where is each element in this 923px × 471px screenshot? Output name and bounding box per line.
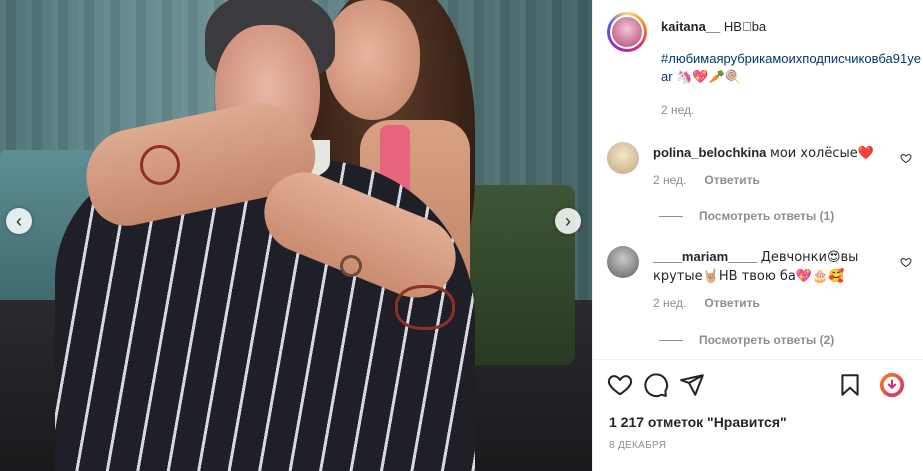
author-avatar-image [610,15,644,49]
comment-time[interactable]: 2 нед. [653,294,686,312]
comment-meta: 2 нед. Ответить [653,171,893,189]
caption-text: НВ ba [723,19,767,34]
commenter-username[interactable]: polina_belochkina [653,145,766,160]
comment: ____mariam____ Девчонки😍вы крутые🤘🏼НВ тв… [607,246,912,312]
comment: polina_belochkina мои холёсые❤️ 2 нед. О… [607,142,912,189]
comment-text: мои холёсые❤️ [770,146,874,161]
likes-count[interactable]: 1 217 отметок "Нравится" [609,414,787,430]
commenter-username[interactable]: ____mariam____ [653,249,757,264]
post-date[interactable]: 8 ДЕКАБРЯ [609,440,666,451]
view-replies-label: Посмотреть ответы (2) [699,333,835,347]
chevron-right-icon: › [565,211,571,231]
bookmark-icon[interactable] [837,372,863,398]
carousel-next-button[interactable]: › [555,208,581,234]
wrist-tattoo [340,255,362,277]
post-details-panel: kaitana__ НВ ba #любимаярубрикамоихподпи… [592,0,923,471]
reply-button[interactable]: Ответить [704,171,759,189]
chevron-left-icon: ‹ [16,211,22,231]
snake-tattoo [395,285,455,330]
post-photo[interactable]: ‹ › [0,0,592,471]
comment-time[interactable]: 2 нед. [653,171,686,189]
heart-outline-icon[interactable] [607,372,633,398]
comment-body: ____mariam____ Девчонки😍вы крутые🤘🏼НВ тв… [653,246,893,312]
section-divider [593,359,923,360]
view-replies-label: Посмотреть ответы (1) [699,209,835,223]
post-caption: kaitana__ НВ ba #любимаярубрикамоихподпи… [607,12,921,119]
view-replies-button[interactable]: Посмотреть ответы (1) [659,209,834,223]
paper-plane-icon[interactable] [679,372,705,398]
arm-tattoo [140,145,180,185]
replies-divider-line [659,339,683,341]
download-badge-icon[interactable] [879,372,905,398]
comment-bubble-icon[interactable] [643,372,669,398]
caption-emojis: 🦄💖🥕🍭 [676,70,741,85]
comment-meta: 2 нед. Ответить [653,294,893,312]
replies-divider-line [659,215,683,217]
young-woman-face [325,0,420,120]
commenter-avatar[interactable] [607,142,639,174]
reply-button[interactable]: Ответить [704,294,759,312]
author-username[interactable]: kaitana__ [661,19,720,34]
comment-body: polina_belochkina мои холёсые❤️ 2 нед. О… [653,142,893,189]
carousel-prev-button[interactable]: ‹ [6,208,32,234]
author-avatar[interactable] [607,12,647,52]
comment-like-heart-icon[interactable] [900,256,912,268]
caption-time[interactable]: 2 нед. [661,101,921,119]
view-replies-button[interactable]: Посмотреть ответы (2) [659,333,834,347]
comment-like-heart-icon[interactable] [900,152,912,164]
post-actions-bar [607,372,912,400]
caption-body: kaitana__ НВ ba #любимаярубрикамоихподпи… [661,12,921,119]
commenter-avatar[interactable] [607,246,639,278]
